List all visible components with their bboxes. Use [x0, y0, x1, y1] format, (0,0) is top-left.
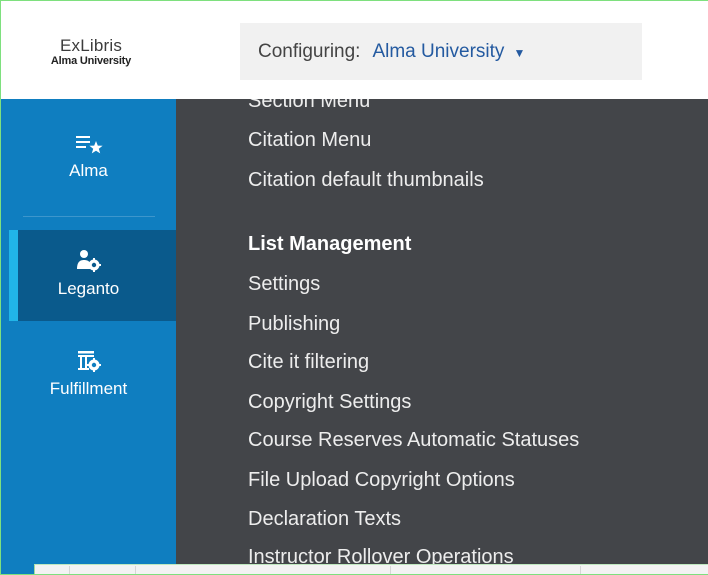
sidebar-item-label: Fulfillment	[49, 379, 128, 398]
menu-heading-list-management: List Management	[248, 233, 412, 255]
sidebar-item-fulfillment[interactable]: Fulfillment	[1, 349, 176, 399]
strip-divider	[69, 566, 70, 574]
menu-item-declaration-texts[interactable]: Declaration Texts	[248, 508, 401, 530]
sidebar-item-leganto[interactable]: Leganto	[1, 249, 176, 299]
menu-item-citation-default-thumbnails[interactable]: Citation default thumbnails	[248, 169, 484, 191]
sidebar-item-alma[interactable]: Alma	[1, 133, 176, 181]
configuration-menu-panel: Section Menu Citation Menu Citation defa…	[176, 99, 708, 574]
menu-item-course-reserves-automatic-statuses[interactable]: Course Reserves Automatic Statuses	[248, 429, 579, 451]
app-frame: ExLibris Alma University Configuring: Al…	[0, 0, 708, 575]
configuring-label: Configuring:	[258, 40, 361, 62]
configuring-selector[interactable]: Configuring: Alma University ▼	[240, 23, 642, 80]
strip-divider	[580, 566, 581, 574]
menu-item-copyright-settings[interactable]: Copyright Settings	[248, 391, 411, 413]
sidebar-divider	[23, 216, 155, 217]
menu-item-section-menu[interactable]: Section Menu	[248, 99, 370, 112]
menu-item-publishing[interactable]: Publishing	[248, 313, 340, 335]
user-gear-icon	[76, 250, 101, 272]
menu-item-citation-menu[interactable]: Citation Menu	[248, 129, 371, 151]
sidebar: Alma Leganto Fulfillment	[1, 99, 176, 574]
sidebar-item-label: Alma	[69, 161, 108, 180]
caret-down-icon: ▼	[513, 45, 526, 60]
exlibris-logo[interactable]: ExLibris Alma University	[37, 36, 145, 68]
top-bar: ExLibris Alma University Configuring: Al…	[1, 1, 708, 99]
configuring-value: Alma University	[372, 40, 505, 62]
bottom-table-strip	[34, 564, 708, 574]
shelf-gear-icon	[77, 351, 101, 372]
strip-divider	[135, 566, 136, 574]
list-star-icon	[75, 136, 103, 154]
logo-sub-text: Alma University	[50, 55, 132, 67]
menu-item-cite-it-filtering[interactable]: Cite it filtering	[248, 351, 369, 373]
sidebar-item-label: Leganto	[57, 279, 120, 298]
strip-divider	[390, 566, 391, 574]
menu-item-file-upload-copyright-options[interactable]: File Upload Copyright Options	[248, 469, 515, 491]
menu-item-settings[interactable]: Settings	[248, 273, 320, 295]
logo-main-text: ExLibris	[59, 36, 123, 55]
